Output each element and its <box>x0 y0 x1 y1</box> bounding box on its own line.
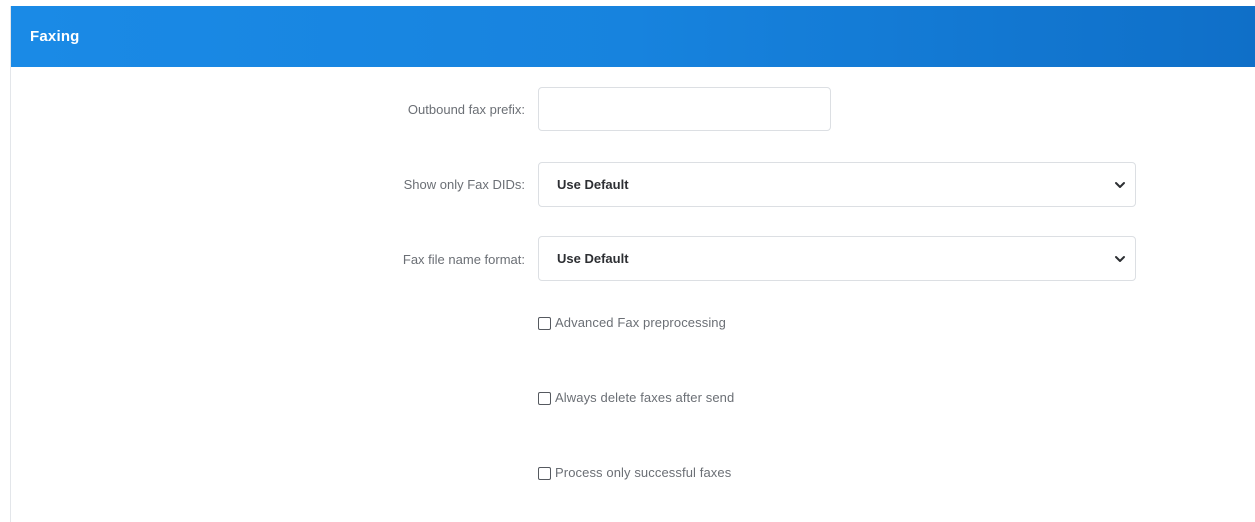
fax-file-name-format-select[interactable]: Use Default <box>538 236 1136 281</box>
always-delete-faxes-option[interactable]: Always delete faxes after send <box>538 389 734 407</box>
show-only-fax-dids-select[interactable]: Use Default <box>538 162 1136 207</box>
chevron-down-icon <box>1115 256 1125 262</box>
show-only-fax-dids-value: Use Default <box>557 177 629 192</box>
panel-header: Faxing <box>11 6 1255 67</box>
advanced-fax-preprocessing-checkbox[interactable] <box>538 316 551 330</box>
advanced-fax-preprocessing-label: Advanced Fax preprocessing <box>555 315 726 330</box>
outbound-fax-prefix-input[interactable] <box>538 87 831 131</box>
fax-file-name-format-value: Use Default <box>557 251 629 266</box>
panel-title: Faxing <box>30 28 80 45</box>
process-successful-faxes-checkbox[interactable] <box>538 466 551 480</box>
fax-file-name-format-label: Fax file name format: <box>402 252 525 267</box>
always-delete-faxes-checkbox[interactable] <box>538 391 551 405</box>
process-successful-faxes-label: Process only successful faxes <box>555 465 732 480</box>
faxing-panel: Faxing Outbound fax prefix: Show only Fa… <box>10 6 1255 522</box>
advanced-fax-preprocessing-option[interactable]: Advanced Fax preprocessing <box>538 314 726 332</box>
outbound-fax-prefix-label: Outbound fax prefix: <box>407 102 525 117</box>
always-delete-faxes-label: Always delete faxes after send <box>555 390 735 405</box>
process-successful-faxes-option[interactable]: Process only successful faxes <box>538 464 731 482</box>
chevron-down-icon <box>1115 182 1125 188</box>
show-only-fax-dids-label: Show only Fax DIDs: <box>403 177 525 192</box>
